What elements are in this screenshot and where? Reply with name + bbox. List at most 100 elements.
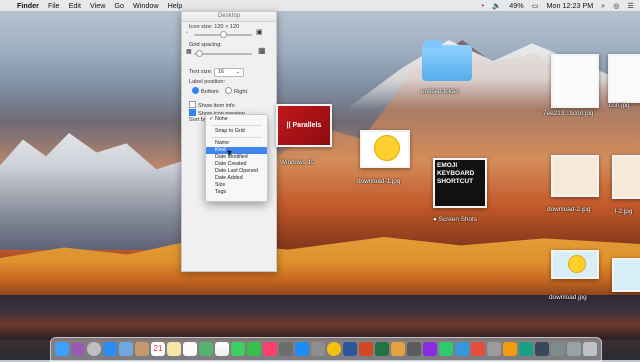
icon-size-slider-knob[interactable] [220,31,227,38]
parallels-thumbnail[interactable]: || Parallels [276,104,332,147]
dock-notes-icon[interactable] [167,342,181,356]
dock-app-icon-8[interactable] [503,342,517,356]
dock-powerpoint-icon[interactable] [359,342,373,356]
show-item-info-checkbox[interactable]: Show item info [189,101,235,109]
dock-app-icon[interactable] [391,342,405,356]
bottom-label: Bottom [201,89,219,95]
dock-messages-icon[interactable] [231,342,245,356]
sort-option-name[interactable]: Name [206,140,267,147]
radio-icon [192,87,199,94]
battery-icon[interactable]: ▭ [532,1,539,10]
menu-view[interactable]: View [90,1,105,10]
dock-siri-icon[interactable] [71,342,85,356]
download-2-label: download-2.jpg [547,206,591,213]
emoji-face-icon [374,135,400,161]
dock-word-icon[interactable] [343,342,357,356]
icon-size-value: 120 × 120 [214,24,240,30]
grid-spacing-slider-knob[interactable] [196,50,203,57]
emoji-keyboard-shortcut-text: EMOJI KEYBOARD SHORTCUT [437,162,475,185]
dock-downloads-icon[interactable] [551,342,565,356]
dock-calendar-icon[interactable]: 21 [151,342,165,356]
screen-shots-thumbnail[interactable]: EMOJI KEYBOARD SHORTCUT [433,158,487,208]
dock-trash-icon[interactable] [583,342,597,356]
large-grid-icon: ▦ [258,46,266,55]
download-thumbnail[interactable] [551,250,599,279]
dock-safari-icon[interactable] [103,342,117,356]
text-size-value: 16 [218,69,224,75]
download-2-partial-thumbnail[interactable] [612,155,640,199]
dock-app-icon-4[interactable] [439,342,453,356]
spotlight-icon[interactable]: ⌕ [601,1,605,11]
sort-option-date-last-opened[interactable]: Date Last Opened [206,168,267,175]
radio-icon [225,87,232,94]
dock-mail-icon[interactable] [119,342,133,356]
dock-excel-icon[interactable] [375,342,389,356]
sort-by-dropdown: ✓ None Snap to Grid Name Kind Date Modif… [205,114,268,202]
download-partial-thumbnail[interactable] [612,258,640,292]
dock-launchpad-icon[interactable] [87,342,101,356]
sort-option-date-modified[interactable]: Date Modified [206,154,267,161]
text-size-label: Text size: [189,69,213,75]
sort-option-date-added[interactable]: Date Added [206,175,267,182]
dock-app-icon-6[interactable] [471,342,485,356]
download-1-thumbnail[interactable] [360,130,410,168]
clock[interactable]: Mon 12:23 PM [546,1,593,10]
sort-option-size[interactable]: Size [206,182,267,189]
icon-file-2-thumbnail[interactable] [608,54,640,103]
sort-option-snap-to-grid[interactable]: Snap to Grid [206,128,267,135]
menu-window[interactable]: Window [133,1,159,10]
dock-app-icon-5[interactable] [455,342,469,356]
dock-app-icon-2[interactable] [407,342,421,356]
dock-app-icon-3[interactable] [423,342,437,356]
notification-center-icon[interactable]: ☰ [628,1,634,10]
dock-chrome-icon[interactable] [327,342,341,356]
text-size-select[interactable]: 16 ⌄ [214,68,244,77]
sort-option-none-label: None [215,116,228,122]
menu-go[interactable]: Go [114,1,124,10]
menu-extras: ◔ 🔈 49% ▭ Mon 12:23 PM ⌕ ◎ ☰ [480,0,634,11]
dock-system-preferences-icon[interactable] [311,342,325,356]
volume-icon[interactable]: 🔈 [492,1,501,10]
dock-app-icon-10[interactable] [535,342,549,356]
dock-photos-icon[interactable] [215,342,229,356]
dock-app-icon-9[interactable] [519,342,533,356]
panel-title: Desktop [182,12,276,22]
app-menu-finder[interactable]: Finder [17,1,39,10]
dock-documents-icon[interactable] [567,342,581,356]
right-label: Right [234,89,248,95]
desktop-item-untitled-folder[interactable] [422,40,472,81]
untitled-folder-label: untitled folder [421,88,460,95]
dock-contacts-icon[interactable] [135,342,149,356]
dock-ibooks-icon[interactable] [279,342,293,356]
dock-maps-icon[interactable] [199,342,213,356]
dock-finder-icon[interactable] [55,342,69,356]
menu-help[interactable]: Help [168,1,183,10]
dock-itunes-icon[interactable] [263,342,277,356]
chevron-down-icon: ⌄ [235,69,240,75]
dock-reminders-icon[interactable] [183,342,197,356]
icon-size-row: Icon size: 120 × 120 [189,24,239,30]
menu-file[interactable]: File [48,1,60,10]
icon-file-thumbnail[interactable] [551,54,599,108]
sort-option-none[interactable]: ✓ None [206,116,267,123]
dock-app-icon-7[interactable] [487,342,501,356]
sort-option-kind[interactable]: Kind [206,147,267,154]
sort-option-date-created[interactable]: Date Created [206,161,267,168]
screen-shots-text: Screen Shots [438,216,478,223]
wifi-icon[interactable]: ◔ [480,1,484,10]
menu-edit[interactable]: Edit [69,1,81,10]
download-2-thumbnail[interactable] [551,155,599,197]
label-position-bottom[interactable]: Bottom [192,87,219,95]
download-2-partial-label: l-2.jpg [615,208,633,215]
menu-separator [211,125,262,126]
parallels-text: || Parallels [286,122,322,129]
menu-bar: Finder File Edit View Go Window Help ◔ 🔈… [0,0,640,11]
battery-percent[interactable]: 49% [509,1,523,10]
dock-app-store-icon[interactable] [295,342,309,356]
wallpaper-lake [0,295,640,340]
dock-facetime-icon[interactable] [247,342,261,356]
label-position-right[interactable]: Right [225,87,247,95]
siri-icon[interactable]: ◎ [613,1,619,10]
sort-option-tags[interactable]: Tags [206,189,267,196]
icon-file-label: 7ee213...ticon.jpg [543,110,594,117]
